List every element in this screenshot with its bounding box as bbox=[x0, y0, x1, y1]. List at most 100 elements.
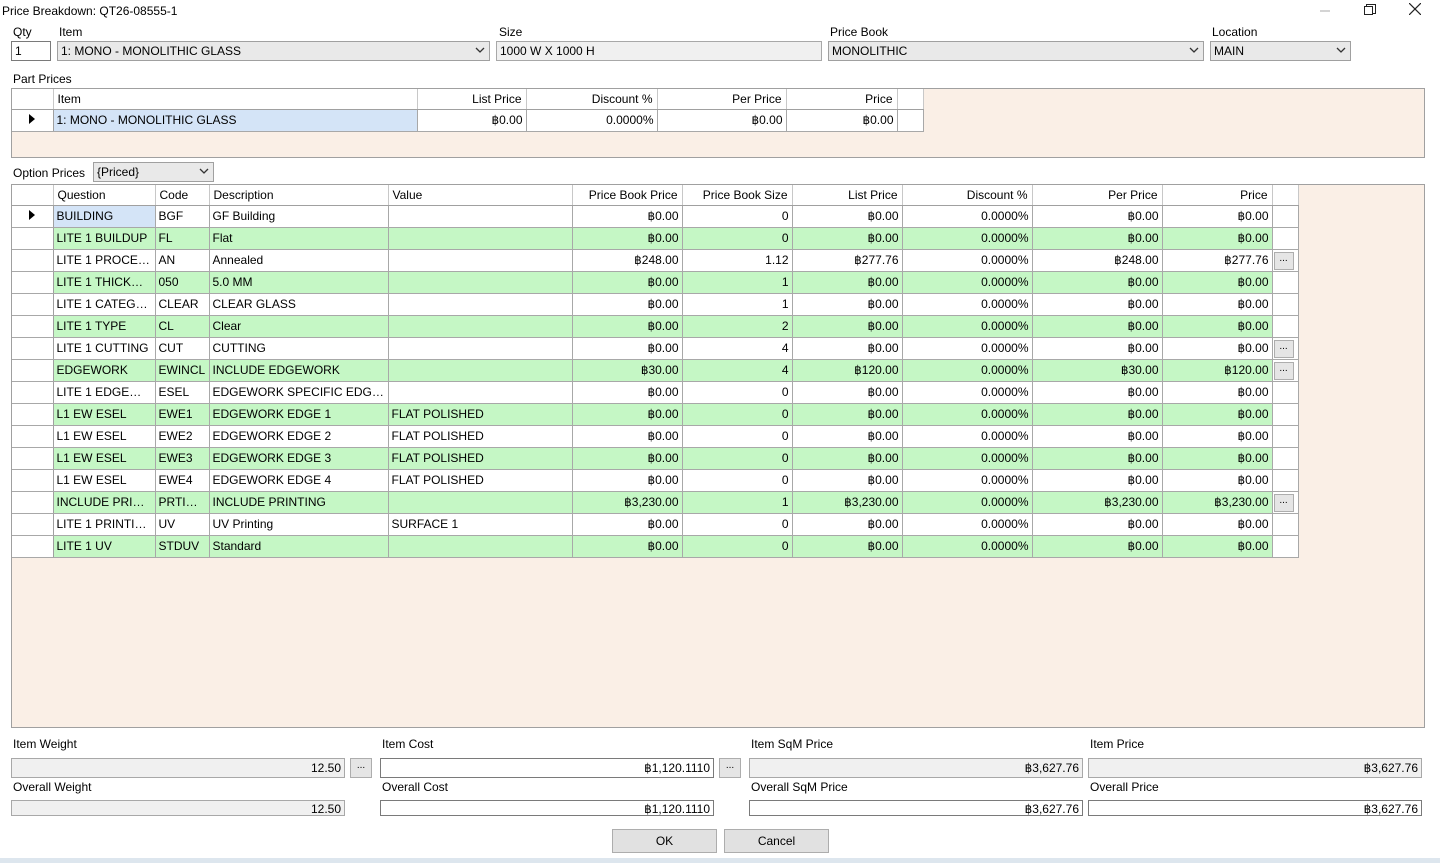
cell-code[interactable]: EWE3 bbox=[155, 447, 210, 470]
cell-question[interactable]: EDGEWORK bbox=[53, 359, 156, 382]
cell-list-price[interactable]: ฿0.00 bbox=[792, 535, 903, 558]
cell-question[interactable]: L1 EW ESEL bbox=[53, 425, 156, 448]
col-per-price[interactable]: Per Price bbox=[657, 89, 787, 110]
cell-discount[interactable]: 0.0000% bbox=[902, 315, 1033, 338]
cell-pb-price[interactable]: ฿0.00 bbox=[572, 227, 683, 250]
cell-value[interactable] bbox=[388, 293, 573, 316]
cell-discount[interactable]: 0.0000% bbox=[902, 271, 1033, 294]
col-description[interactable]: Description bbox=[209, 185, 389, 206]
table-row[interactable]: LITE 1 CUTTING CUT CUTTING ฿0.00 4 ฿0.00 0.000… bbox=[12, 337, 1299, 360]
cell-question[interactable]: LITE 1 UV bbox=[53, 535, 156, 558]
cell-description[interactable]: Annealed bbox=[209, 249, 389, 272]
cell-per-price[interactable]: ฿0.00 bbox=[1032, 513, 1163, 536]
cell-discount[interactable]: 0.0000% bbox=[902, 425, 1033, 448]
cell-per-price[interactable]: ฿0.00 bbox=[1032, 293, 1163, 316]
col-price[interactable]: Price bbox=[1162, 185, 1273, 206]
table-row[interactable]: LITE 1 PROCESS AN Annealed ฿248.00 1.12 ฿277.… bbox=[12, 249, 1299, 272]
cell-list-price[interactable]: ฿0.00 bbox=[792, 271, 903, 294]
table-row[interactable]: LITE 1 CATEGORY CLEAR CLEAR GLASS ฿0.00 1 ฿0.… bbox=[12, 293, 1299, 316]
cell-list-price[interactable]: ฿0.00 bbox=[792, 403, 903, 426]
row-header[interactable] bbox=[12, 535, 54, 558]
row-header[interactable] bbox=[12, 491, 54, 514]
cell-pb-size[interactable]: 0 bbox=[682, 425, 793, 448]
cell-code[interactable]: STDUV bbox=[155, 535, 210, 558]
cell-question[interactable]: LITE 1 EDGEWO... bbox=[53, 381, 156, 404]
col-pb-size[interactable]: Price Book Size bbox=[682, 185, 793, 206]
cell-pb-size[interactable]: 0 bbox=[682, 381, 793, 404]
cell-pb-size[interactable]: 4 bbox=[682, 359, 793, 382]
row-detail-button[interactable]: ... bbox=[1273, 339, 1294, 358]
row-detail-button[interactable]: ... bbox=[1273, 493, 1294, 512]
item-cost-more-button[interactable]: ... bbox=[719, 758, 741, 778]
cell-description[interactable]: CUTTING bbox=[209, 337, 389, 360]
cell-per-price[interactable]: ฿0.00 bbox=[1032, 403, 1163, 426]
cell-code[interactable]: EWE1 bbox=[155, 403, 210, 426]
row-header[interactable] bbox=[12, 271, 54, 294]
cell-list-price[interactable]: ฿0.00 bbox=[792, 337, 903, 360]
col-question[interactable]: Question bbox=[53, 185, 156, 206]
cell-value[interactable] bbox=[388, 205, 573, 228]
table-row[interactable]: EDGEWORK EWINCL INCLUDE EDGEWORK ฿30.00 4 ฿12… bbox=[12, 359, 1299, 382]
row-header[interactable] bbox=[12, 381, 54, 404]
pricebook-select[interactable]: MONOLITHIC bbox=[828, 41, 1204, 61]
cell-pb-price[interactable]: ฿3,230.00 bbox=[572, 491, 683, 514]
cell-discount[interactable]: 0.0000% bbox=[902, 403, 1033, 426]
cell-pb-price[interactable]: ฿0.00 bbox=[572, 315, 683, 338]
cell-description[interactable]: EDGEWORK EDGE 4 bbox=[209, 469, 389, 492]
cell-discount[interactable]: 0.0000% bbox=[902, 491, 1033, 514]
cell-pb-size[interactable]: 0 bbox=[682, 227, 793, 250]
cell-price[interactable]: ฿0.00 bbox=[1162, 513, 1273, 536]
location-select[interactable]: MAIN bbox=[1210, 41, 1351, 61]
cell-pb-size[interactable]: 4 bbox=[682, 337, 793, 360]
cell-list-price[interactable]: ฿0.00 bbox=[792, 205, 903, 228]
cell-discount[interactable]: 0.0000% bbox=[526, 109, 658, 132]
cell-value[interactable] bbox=[388, 315, 573, 338]
cell-pb-size[interactable]: 0 bbox=[682, 535, 793, 558]
cell-value[interactable] bbox=[388, 359, 573, 382]
cell-code[interactable]: EWE4 bbox=[155, 469, 210, 492]
cell-per-price[interactable]: ฿248.00 bbox=[1032, 249, 1163, 272]
cell-description[interactable]: EDGEWORK EDGE 3 bbox=[209, 447, 389, 470]
cell-value[interactable]: FLAT POLISHED bbox=[388, 469, 573, 492]
overall-sqm-field[interactable]: ฿3,627.76 bbox=[749, 800, 1083, 816]
cell-per-price[interactable]: ฿3,230.00 bbox=[1032, 491, 1163, 514]
cell-pb-price[interactable]: ฿0.00 bbox=[572, 425, 683, 448]
cell-price[interactable]: ฿0.00 bbox=[1162, 403, 1273, 426]
cell-question[interactable]: LITE 1 CATEGORY bbox=[53, 293, 156, 316]
row-header[interactable] bbox=[12, 469, 54, 492]
col-item[interactable]: Item bbox=[53, 89, 418, 110]
table-row[interactable]: L1 EW ESEL EWE3 EDGEWORK EDGE 3 FLAT POLISH… bbox=[12, 447, 1299, 470]
cell-price[interactable]: ฿0.00 bbox=[1162, 315, 1273, 338]
cell-list-price[interactable]: ฿0.00 bbox=[792, 447, 903, 470]
cell-list-price[interactable]: ฿3,230.00 bbox=[792, 491, 903, 514]
cell-list-price[interactable]: ฿0.00 bbox=[792, 513, 903, 536]
cell-value[interactable] bbox=[388, 227, 573, 250]
cell-pb-size[interactable]: 2 bbox=[682, 315, 793, 338]
cell-price[interactable]: ฿0.00 bbox=[1162, 205, 1273, 228]
cell-pb-size[interactable]: 1 bbox=[682, 491, 793, 514]
cell-list-price[interactable]: ฿0.00 bbox=[792, 469, 903, 492]
table-row[interactable]: INCLUDE PRINT... PRTINCL INCLUDE PRINTING ฿… bbox=[12, 491, 1299, 514]
cell-description[interactable]: Flat bbox=[209, 227, 389, 250]
cell-code[interactable]: UV bbox=[155, 513, 210, 536]
cell-price[interactable]: ฿120.00 bbox=[1162, 359, 1273, 382]
ok-button[interactable]: OK bbox=[612, 829, 717, 853]
cell-list-price[interactable]: ฿277.76 bbox=[792, 249, 903, 272]
cell-description[interactable]: INCLUDE PRINTING bbox=[209, 491, 389, 514]
cell-code[interactable]: ESEL bbox=[155, 381, 210, 404]
table-row[interactable]: LITE 1 THICKNE... 050 5.0 MM ฿0.00 1 ฿0.00 0.0… bbox=[12, 271, 1299, 294]
row-detail-button[interactable]: ... bbox=[1273, 251, 1294, 270]
table-row[interactable]: LITE 1 BUILDUP FL Flat ฿0.00 0 ฿0.00 0.0000% ฿0… bbox=[12, 227, 1299, 250]
cell-question[interactable]: LITE 1 PROCESS bbox=[53, 249, 156, 272]
cell-question[interactable]: LITE 1 PRINTING bbox=[53, 513, 156, 536]
cell-pb-size[interactable]: 0 bbox=[682, 469, 793, 492]
table-row[interactable]: LITE 1 TYPE CL Clear ฿0.00 2 ฿0.00 0.0000% ฿0.0… bbox=[12, 315, 1299, 338]
cell-pb-price[interactable]: ฿0.00 bbox=[572, 337, 683, 360]
cell-list-price[interactable]: ฿0.00 bbox=[792, 425, 903, 448]
table-row[interactable]: L1 EW ESEL EWE1 EDGEWORK EDGE 1 FLAT POLISH… bbox=[12, 403, 1299, 426]
cell-pb-price[interactable]: ฿0.00 bbox=[572, 271, 683, 294]
cell-value[interactable]: FLAT POLISHED bbox=[388, 447, 573, 470]
cell-question[interactable]: LITE 1 TYPE bbox=[53, 315, 156, 338]
cell-value[interactable]: SURFACE 1 bbox=[388, 513, 573, 536]
cell-pb-size[interactable]: 0 bbox=[682, 205, 793, 228]
